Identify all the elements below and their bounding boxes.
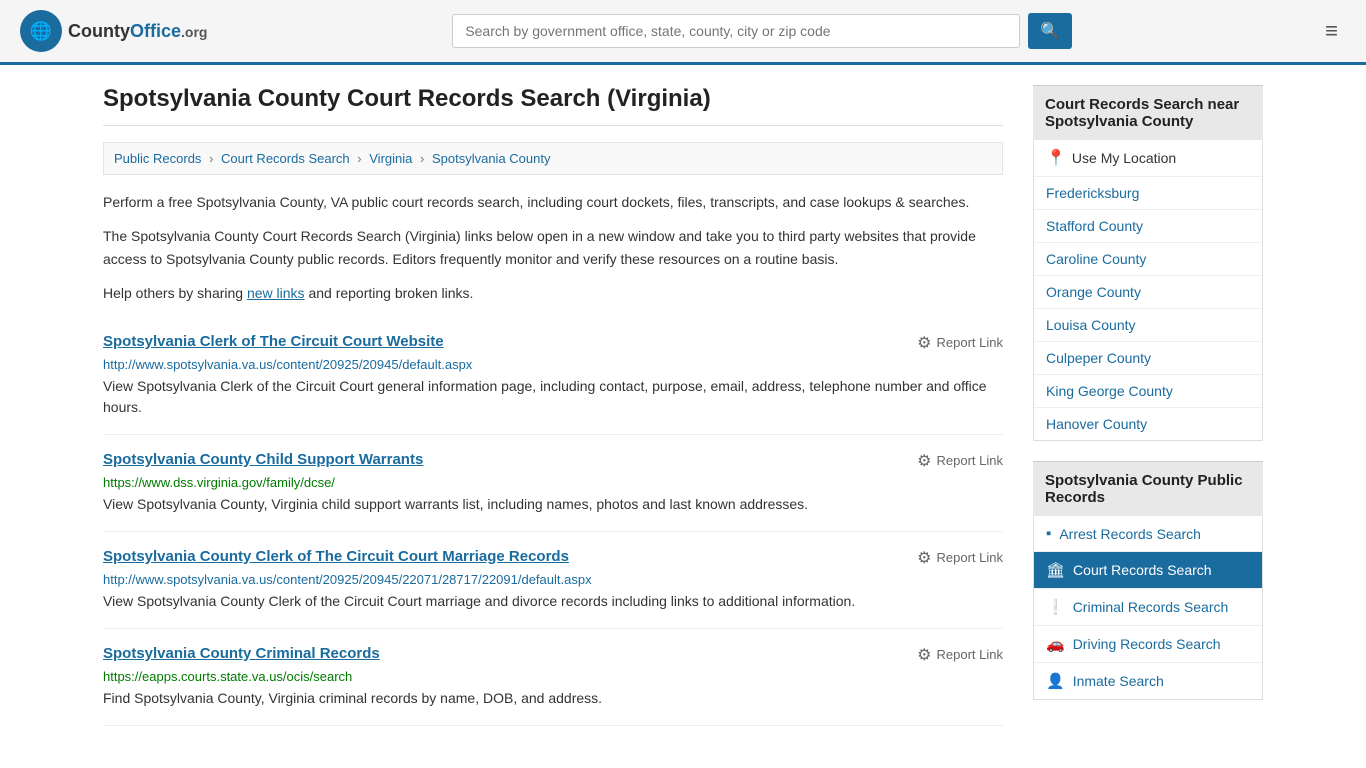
- criminal-icon: ❕: [1046, 598, 1065, 616]
- sidebar-records-court: 🏛 Court Records Search: [1034, 552, 1262, 589]
- report-link-2[interactable]: ⚙ Report Link: [917, 451, 1003, 471]
- description-2: The Spotsylvania County Court Records Se…: [103, 225, 1003, 270]
- location-icon: 📍: [1046, 148, 1066, 168]
- breadcrumb: Public Records › Court Records Search › …: [103, 142, 1003, 175]
- sidebar-link-fredericksburg[interactable]: Fredericksburg: [1034, 177, 1262, 209]
- new-links-link[interactable]: new links: [247, 285, 305, 301]
- main-container: Spotsylvania County Court Records Search…: [83, 65, 1283, 746]
- page-title: Spotsylvania County Court Records Search…: [103, 85, 1003, 126]
- result-title-2[interactable]: Spotsylvania County Child Support Warran…: [103, 451, 423, 468]
- sidebar-item-caroline: Caroline County: [1034, 243, 1262, 276]
- report-icon-4: ⚙: [917, 645, 931, 665]
- search-input[interactable]: [452, 14, 1020, 48]
- logo-area: 🌐 CountyOffice.org: [20, 10, 207, 52]
- sidebar-item-louisa: Louisa County: [1034, 309, 1262, 342]
- breadcrumb-public-records[interactable]: Public Records: [114, 151, 201, 166]
- sidebar-item-king-george: King George County: [1034, 375, 1262, 408]
- sidebar-records-criminal: ❕ Criminal Records Search: [1034, 589, 1262, 626]
- breadcrumb-spotsylvania[interactable]: Spotsylvania County: [432, 151, 551, 166]
- result-item-3: Spotsylvania County Clerk of The Circuit…: [103, 532, 1003, 629]
- result-desc-1: View Spotsylvania Clerk of the Circuit C…: [103, 376, 1003, 418]
- sidebar-link-orange-county[interactable]: Orange County: [1034, 276, 1262, 308]
- driving-icon: 🚗: [1046, 635, 1065, 653]
- sidebar-records-arrest: ▪ Arrest Records Search: [1034, 516, 1262, 552]
- result-desc-2: View Spotsylvania County, Virginia child…: [103, 494, 1003, 515]
- search-area: 🔍: [452, 13, 1072, 49]
- report-link-1[interactable]: ⚙ Report Link: [917, 333, 1003, 353]
- result-title-4[interactable]: Spotsylvania County Criminal Records: [103, 645, 380, 662]
- result-url-3[interactable]: http://www.spotsylvania.va.us/content/20…: [103, 572, 1003, 587]
- sidebar-item-location: 📍 Use My Location: [1034, 140, 1262, 177]
- breadcrumb-court-records-search[interactable]: Court Records Search: [221, 151, 350, 166]
- report-link-4[interactable]: ⚙ Report Link: [917, 645, 1003, 665]
- sidebar-link-caroline-county[interactable]: Caroline County: [1034, 243, 1262, 275]
- description-1: Perform a free Spotsylvania County, VA p…: [103, 191, 1003, 213]
- sidebar-link-driving-records[interactable]: 🚗 Driving Records Search: [1034, 626, 1262, 662]
- result-item-1: Spotsylvania Clerk of The Circuit Court …: [103, 317, 1003, 435]
- sidebar-item-culpeper: Culpeper County: [1034, 342, 1262, 375]
- sidebar-item-stafford: Stafford County: [1034, 210, 1262, 243]
- report-link-3[interactable]: ⚙ Report Link: [917, 548, 1003, 568]
- sidebar-link-inmate-search[interactable]: 👤 Inmate Search: [1034, 663, 1262, 699]
- report-icon-1: ⚙: [917, 333, 931, 353]
- result-desc-4: Find Spotsylvania County, Virginia crimi…: [103, 688, 1003, 709]
- breadcrumb-virginia[interactable]: Virginia: [369, 151, 412, 166]
- report-icon-2: ⚙: [917, 451, 931, 471]
- sidebar-link-louisa-county[interactable]: Louisa County: [1034, 309, 1262, 341]
- sidebar-records-list: ▪ Arrest Records Search 🏛 Court Records …: [1033, 516, 1263, 700]
- result-url-1[interactable]: http://www.spotsylvania.va.us/content/20…: [103, 357, 1003, 372]
- sidebar-link-culpeper-county[interactable]: Culpeper County: [1034, 342, 1262, 374]
- sidebar-records-title: Spotsylvania County Public Records: [1033, 461, 1263, 516]
- sidebar-link-use-my-location[interactable]: 📍 Use My Location: [1034, 140, 1262, 176]
- sidebar-link-king-george-county[interactable]: King George County: [1034, 375, 1262, 407]
- sidebar-item-fredericksburg: Fredericksburg: [1034, 177, 1262, 210]
- result-url-2[interactable]: https://www.dss.virginia.gov/family/dcse…: [103, 475, 1003, 490]
- court-icon: 🏛: [1046, 561, 1065, 579]
- sidebar-item-hanover: Hanover County: [1034, 408, 1262, 440]
- sidebar-link-hanover-county[interactable]: Hanover County: [1034, 408, 1262, 440]
- results-list: Spotsylvania Clerk of The Circuit Court …: [103, 317, 1003, 726]
- inmate-icon: 👤: [1046, 672, 1065, 690]
- result-title-1[interactable]: Spotsylvania Clerk of The Circuit Court …: [103, 333, 444, 350]
- sidebar-link-criminal-records[interactable]: ❕ Criminal Records Search: [1034, 589, 1262, 625]
- report-icon-3: ⚙: [917, 548, 931, 568]
- result-desc-3: View Spotsylvania County Clerk of the Ci…: [103, 591, 1003, 612]
- site-header: 🌐 CountyOffice.org 🔍 ≡: [0, 0, 1366, 65]
- arrest-icon: ▪: [1046, 525, 1051, 542]
- search-button[interactable]: 🔍: [1028, 13, 1072, 49]
- result-title-3[interactable]: Spotsylvania County Clerk of The Circuit…: [103, 548, 569, 565]
- sidebar: Court Records Search near Spotsylvania C…: [1033, 85, 1263, 726]
- sidebar-nearby-title: Court Records Search near Spotsylvania C…: [1033, 85, 1263, 140]
- sidebar-link-stafford-county[interactable]: Stafford County: [1034, 210, 1262, 242]
- sidebar-link-arrest-records[interactable]: ▪ Arrest Records Search: [1034, 516, 1262, 551]
- result-item-4: Spotsylvania County Criminal Records ⚙ R…: [103, 629, 1003, 726]
- result-url-4[interactable]: https://eapps.courts.state.va.us/ocis/se…: [103, 669, 1003, 684]
- description-3: Help others by sharing new links and rep…: [103, 282, 1003, 304]
- menu-button[interactable]: ≡: [1317, 14, 1346, 48]
- logo-icon: 🌐: [20, 10, 62, 52]
- content-area: Spotsylvania County Court Records Search…: [103, 85, 1003, 726]
- sidebar-item-orange: Orange County: [1034, 276, 1262, 309]
- sidebar-records-inmate: 👤 Inmate Search: [1034, 663, 1262, 699]
- sidebar-nearby-list: 📍 Use My Location Fredericksburg Staffor…: [1033, 140, 1263, 441]
- sidebar-link-court-records[interactable]: 🏛 Court Records Search: [1034, 552, 1262, 588]
- result-item-2: Spotsylvania County Child Support Warran…: [103, 435, 1003, 532]
- logo-text: CountyOffice.org: [68, 21, 207, 42]
- sidebar-records-driving: 🚗 Driving Records Search: [1034, 626, 1262, 663]
